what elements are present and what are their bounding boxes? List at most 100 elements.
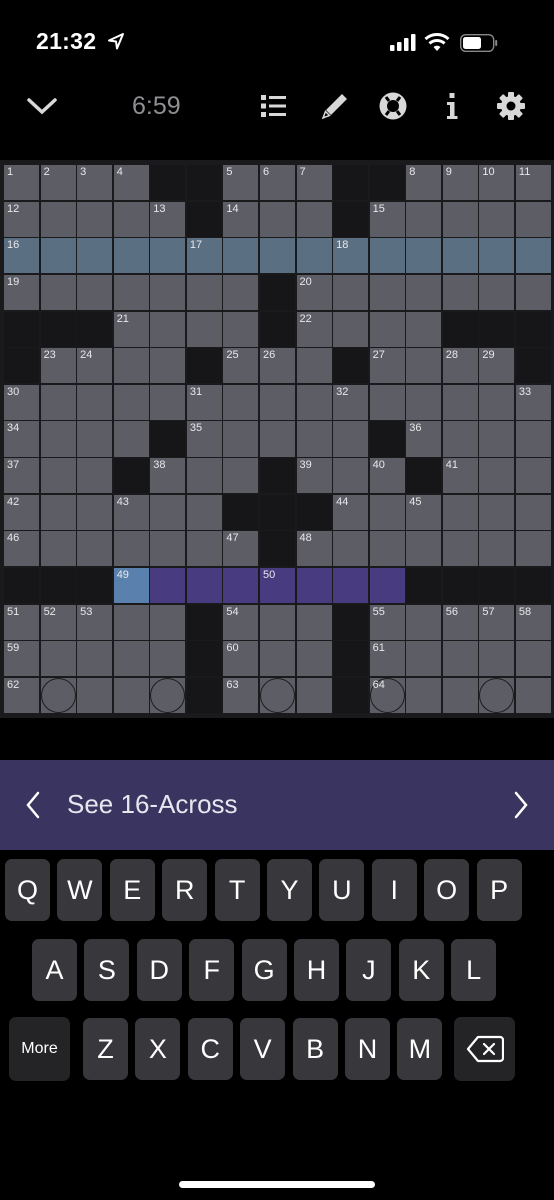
grid-cell[interactable] bbox=[113, 201, 149, 237]
grid-cell[interactable] bbox=[442, 531, 478, 567]
grid-cell[interactable]: 42 bbox=[4, 494, 40, 530]
grid-cell[interactable]: 37 bbox=[4, 458, 40, 494]
grid-cell[interactable]: 56 bbox=[442, 604, 478, 640]
grid-cell[interactable] bbox=[150, 531, 186, 567]
grid-cell[interactable] bbox=[333, 421, 369, 457]
more-key[interactable]: More bbox=[9, 1017, 70, 1081]
key-f[interactable]: F bbox=[189, 939, 235, 1001]
grid-cell[interactable] bbox=[296, 238, 332, 274]
grid-cell[interactable]: 29 bbox=[479, 348, 515, 384]
key-e[interactable]: E bbox=[109, 859, 155, 921]
grid-cell[interactable] bbox=[259, 238, 296, 274]
grid-cell[interactable] bbox=[40, 421, 76, 457]
grid-cell[interactable] bbox=[442, 238, 478, 274]
grid-cell[interactable] bbox=[186, 531, 222, 567]
next-clue-button[interactable] bbox=[506, 788, 536, 822]
grid-cell[interactable] bbox=[40, 384, 76, 420]
grid-cell[interactable]: 26 bbox=[259, 348, 296, 384]
grid-cell[interactable]: 63 bbox=[223, 677, 259, 713]
key-u[interactable]: U bbox=[319, 859, 365, 921]
key-k[interactable]: K bbox=[398, 939, 444, 1001]
grid-cell[interactable] bbox=[77, 421, 113, 457]
grid-cell[interactable] bbox=[223, 421, 259, 457]
grid-cell[interactable]: 20 bbox=[296, 274, 332, 311]
grid-cell[interactable]: 28 bbox=[442, 348, 478, 384]
key-g[interactable]: G bbox=[241, 939, 287, 1001]
grid-cell[interactable] bbox=[223, 311, 259, 347]
key-x[interactable]: X bbox=[135, 1018, 181, 1080]
pencil-button[interactable] bbox=[315, 88, 355, 124]
grid-cell[interactable]: 35 bbox=[186, 421, 222, 457]
grid-cell[interactable] bbox=[113, 274, 149, 311]
grid-cell[interactable] bbox=[369, 238, 405, 274]
grid-cell[interactable] bbox=[113, 348, 149, 384]
grid-cell[interactable] bbox=[406, 201, 442, 237]
grid-cell[interactable] bbox=[479, 494, 515, 530]
key-z[interactable]: Z bbox=[83, 1018, 128, 1080]
grid-cell[interactable] bbox=[333, 274, 369, 311]
collapse-button[interactable] bbox=[22, 88, 62, 124]
grid-cell[interactable]: 60 bbox=[223, 641, 259, 677]
key-l[interactable]: L bbox=[451, 939, 497, 1001]
grid-cell[interactable] bbox=[77, 458, 113, 494]
selected-cell[interactable]: 49 bbox=[113, 567, 149, 604]
grid-cell[interactable] bbox=[77, 274, 113, 311]
grid-cell[interactable] bbox=[223, 567, 259, 604]
grid-cell[interactable]: 40 bbox=[369, 458, 405, 494]
grid-cell[interactable] bbox=[77, 677, 113, 713]
grid-cell[interactable] bbox=[259, 604, 296, 640]
grid-cell[interactable] bbox=[223, 384, 259, 420]
grid-cell[interactable] bbox=[369, 384, 405, 420]
grid-cell[interactable]: 61 bbox=[369, 641, 405, 677]
grid-cell[interactable] bbox=[40, 494, 76, 530]
grid-cell[interactable]: 27 bbox=[369, 348, 405, 384]
grid-cell[interactable] bbox=[296, 384, 332, 420]
grid-cell[interactable] bbox=[333, 458, 369, 494]
grid-cell[interactable] bbox=[40, 238, 76, 274]
grid-cell[interactable] bbox=[515, 458, 551, 494]
grid-cell[interactable] bbox=[369, 494, 405, 530]
grid-cell[interactable] bbox=[186, 274, 222, 311]
grid-cell[interactable]: 14 bbox=[223, 201, 259, 237]
grid-cell[interactable] bbox=[515, 531, 551, 567]
delete-key[interactable] bbox=[454, 1017, 515, 1081]
grid-cell[interactable]: 36 bbox=[406, 421, 442, 457]
grid-cell[interactable] bbox=[77, 531, 113, 567]
grid-cell[interactable] bbox=[479, 641, 515, 677]
grid-cell[interactable] bbox=[77, 238, 113, 274]
grid-cell[interactable] bbox=[150, 604, 186, 640]
grid-cell[interactable] bbox=[479, 201, 515, 237]
grid-cell[interactable] bbox=[40, 458, 76, 494]
grid-cell[interactable] bbox=[296, 201, 332, 237]
grid-cell[interactable]: 31 bbox=[186, 384, 222, 420]
grid-cell[interactable] bbox=[150, 348, 186, 384]
grid-cell[interactable] bbox=[186, 567, 222, 604]
grid-cell[interactable]: 51 bbox=[4, 604, 40, 640]
grid-cell[interactable] bbox=[259, 201, 296, 237]
grid-cell[interactable] bbox=[515, 677, 551, 713]
grid-cell[interactable]: 12 bbox=[4, 201, 40, 237]
grid-cell[interactable] bbox=[406, 531, 442, 567]
grid-cell[interactable]: 24 bbox=[77, 348, 113, 384]
key-c[interactable]: C bbox=[187, 1018, 233, 1080]
grid-cell[interactable]: 17 bbox=[186, 238, 222, 274]
grid-cell[interactable]: 34 bbox=[4, 421, 40, 457]
grid-cell[interactable] bbox=[406, 604, 442, 640]
grid-cell[interactable]: 38 bbox=[150, 458, 186, 494]
grid-cell[interactable] bbox=[150, 238, 186, 274]
grid-cell[interactable] bbox=[515, 274, 551, 311]
grid-cell[interactable]: 22 bbox=[296, 311, 332, 347]
grid-cell[interactable] bbox=[259, 677, 296, 713]
grid-cell[interactable] bbox=[77, 384, 113, 420]
grid-cell[interactable] bbox=[113, 604, 149, 640]
grid-cell[interactable] bbox=[113, 384, 149, 420]
grid-cell[interactable]: 62 bbox=[4, 677, 40, 713]
grid-cell[interactable] bbox=[442, 201, 478, 237]
grid-cell[interactable] bbox=[479, 238, 515, 274]
grid-cell[interactable] bbox=[150, 494, 186, 530]
grid-cell[interactable] bbox=[515, 201, 551, 237]
grid-cell[interactable] bbox=[406, 384, 442, 420]
grid-cell[interactable]: 43 bbox=[113, 494, 149, 530]
grid-cell[interactable]: 64 bbox=[369, 677, 405, 713]
grid-cell[interactable] bbox=[40, 641, 76, 677]
